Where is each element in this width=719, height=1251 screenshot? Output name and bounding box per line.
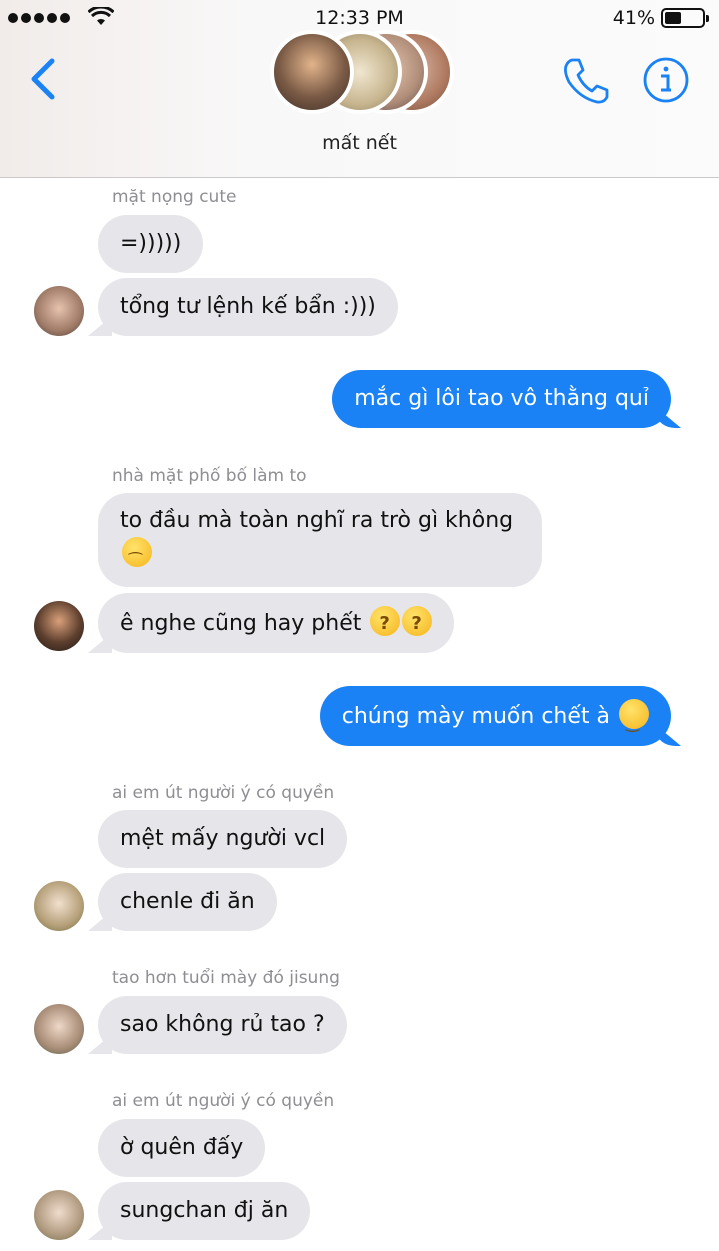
incoming-message[interactable]: ờ quên đấy (98, 1119, 266, 1177)
incoming-message[interactable]: ê nghe cũng hay phết (98, 593, 455, 653)
sender-avatar[interactable] (34, 601, 84, 651)
outgoing-message[interactable]: chúng mày muốn chết à (319, 686, 671, 746)
status-time: 12:33 PM (315, 7, 404, 29)
group-name[interactable]: mất nết (0, 132, 719, 154)
battery-icon (661, 8, 709, 28)
sender-avatar[interactable] (34, 881, 84, 931)
battery-percentage: 41% (612, 7, 655, 29)
info-icon[interactable] (642, 56, 690, 104)
outgoing-message[interactable]: mắc gì lôi tao vô thằng quỉ (332, 370, 671, 428)
group-avatar-stack[interactable] (270, 30, 460, 120)
message-text: chúng mày muốn chết à (341, 704, 610, 729)
slightly-smiling-face-icon (619, 699, 649, 739)
incoming-message[interactable]: mệt mấy người vcl (98, 810, 348, 868)
incoming-message[interactable]: =))))) (98, 215, 204, 273)
message-text: ê nghe cũng hay phết (120, 611, 362, 636)
incoming-message[interactable]: sungchan đj ăn (98, 1182, 311, 1240)
incoming-message[interactable]: chenle đi ăn (98, 873, 277, 931)
conversation-header: 12:33 PM 41% mất nết (0, 0, 719, 178)
sender-name: ai em út người ý có quyền (112, 1091, 335, 1111)
disappointed-face-icon (122, 537, 152, 567)
thinking-face-icon (370, 606, 401, 640)
sender-name: ai em út người ý có quyền (112, 783, 335, 803)
message-text: to đầu mà toàn nghĩ ra trò gì không (120, 508, 514, 533)
back-chevron-icon[interactable] (28, 58, 58, 100)
sender-avatar[interactable] (34, 1190, 84, 1240)
sender-avatar[interactable] (34, 1004, 84, 1054)
incoming-message[interactable]: tổng tư lệnh kế bẩn :))) (98, 278, 398, 336)
incoming-message[interactable]: to đầu mà toàn nghĩ ra trò gì không (98, 493, 542, 587)
incoming-message[interactable]: sao không rủ tao ? (98, 996, 347, 1054)
avatar (270, 30, 354, 114)
sender-name: mặt nọng cute (112, 187, 237, 207)
thinking-face-icon (402, 606, 433, 640)
sender-avatar[interactable] (34, 286, 84, 336)
phone-icon[interactable] (562, 56, 610, 106)
sender-name: nhà mặt phố bố làm to (112, 466, 307, 486)
sender-name: tao hơn tuổi mày đó jisung (112, 968, 340, 988)
